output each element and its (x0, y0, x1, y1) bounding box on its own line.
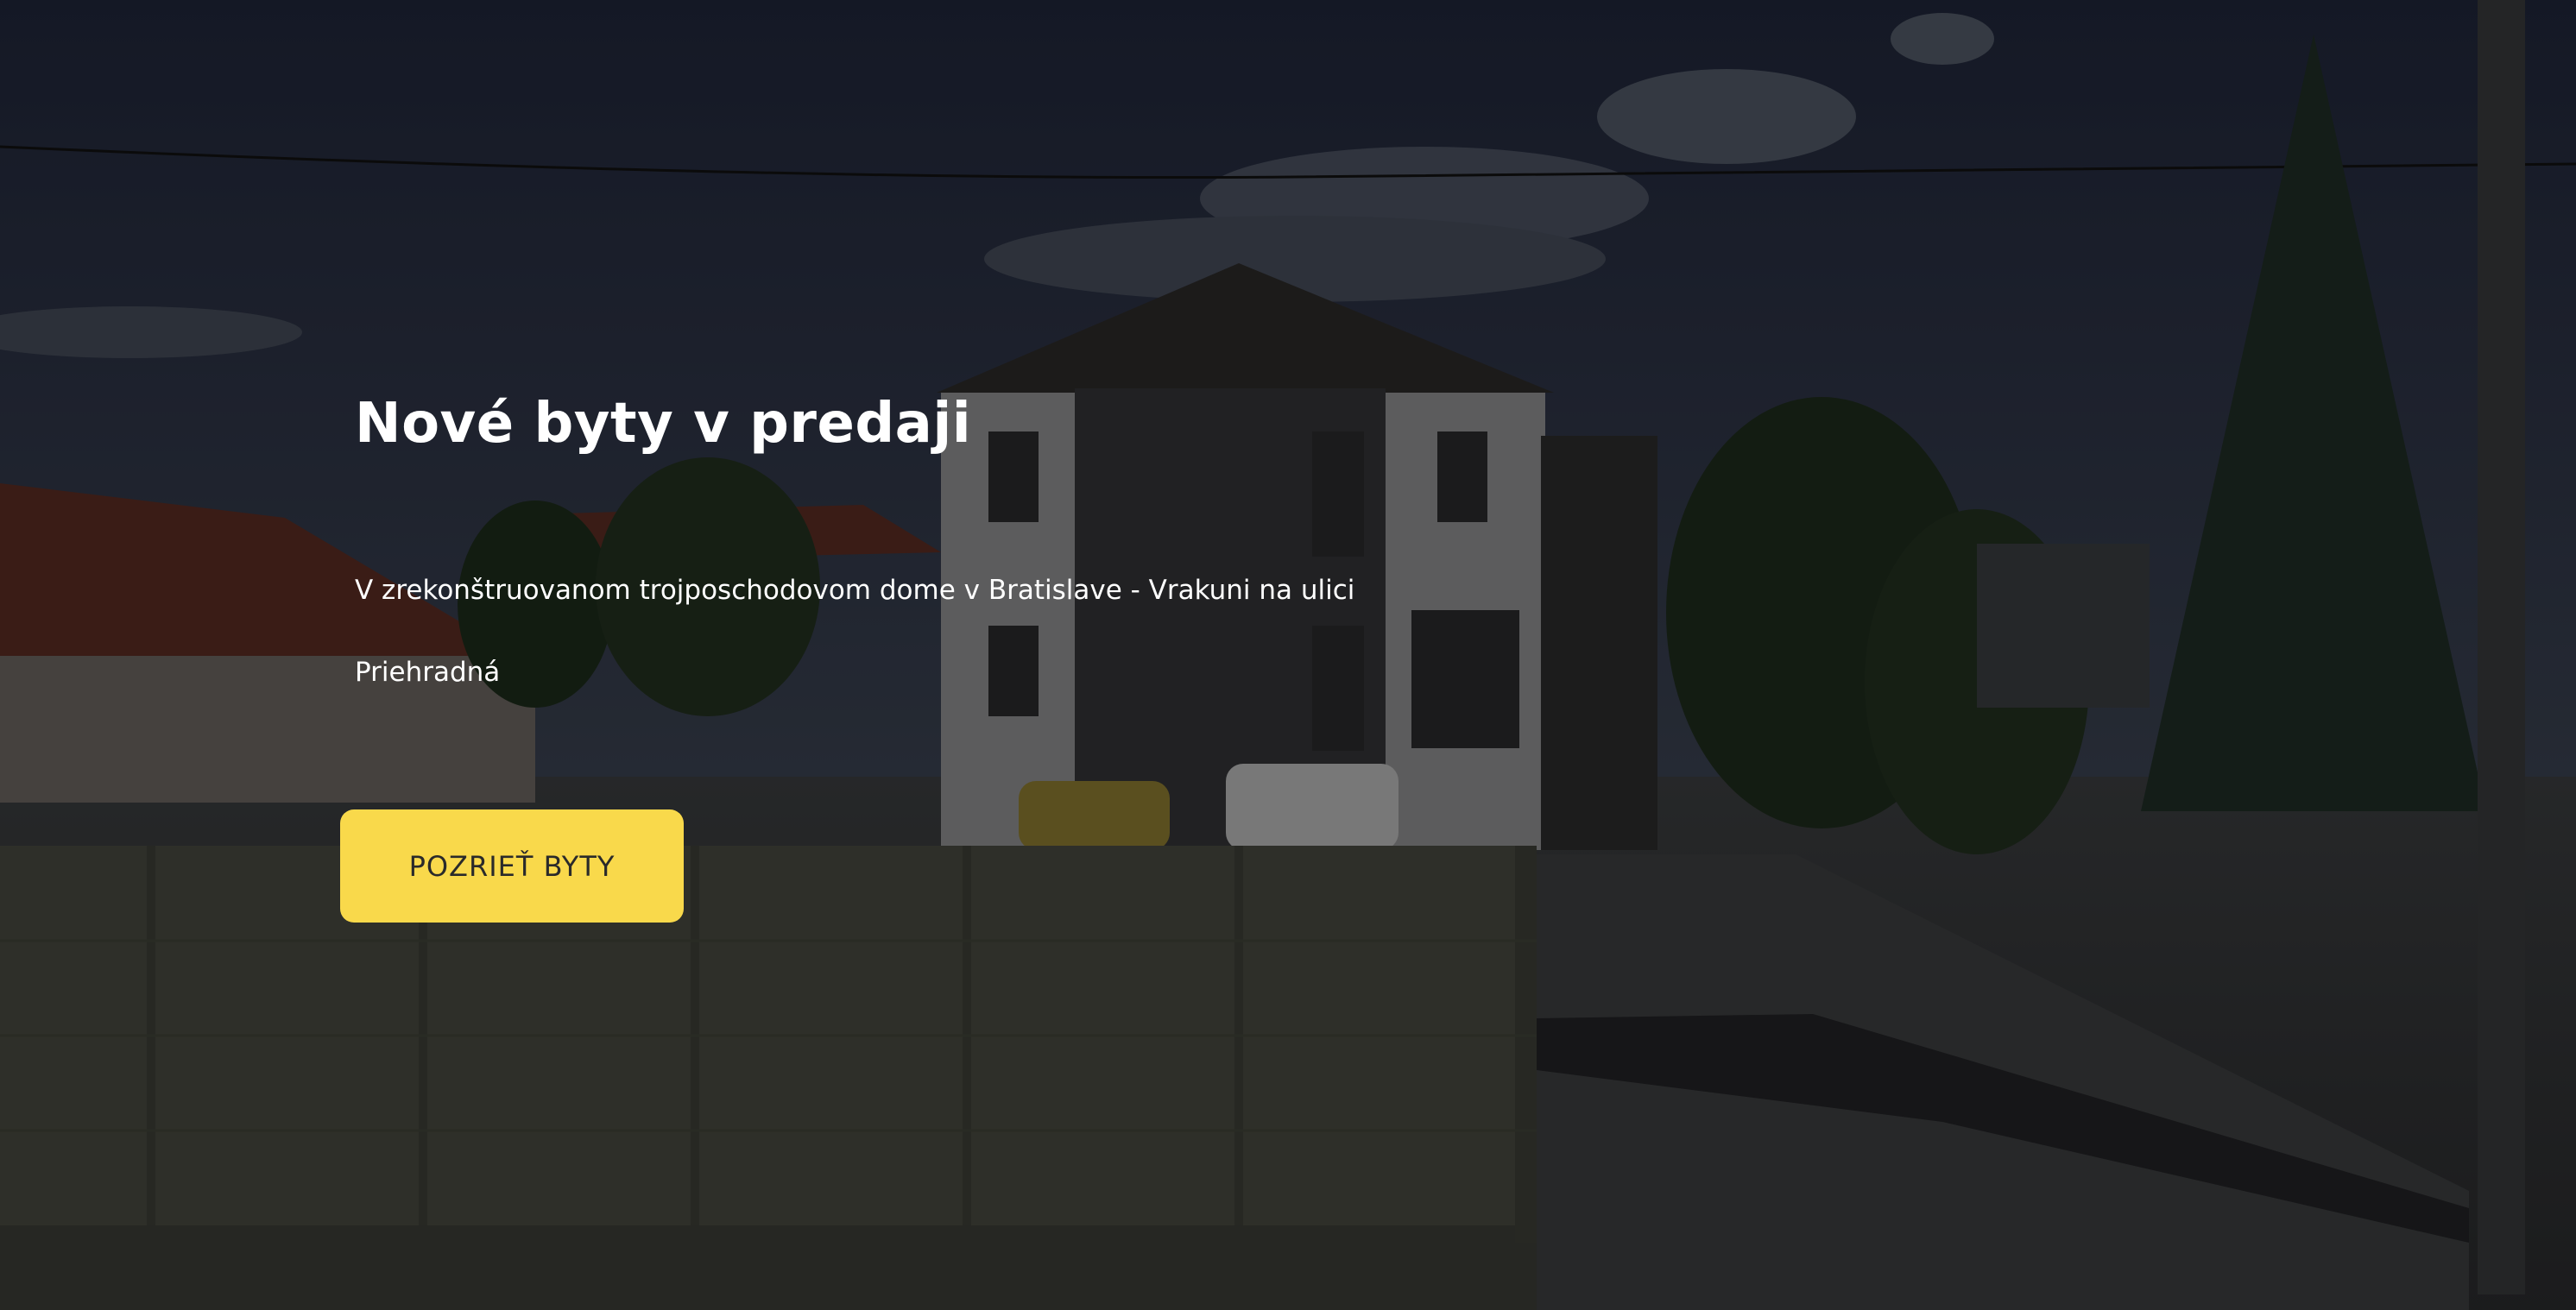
hero-description-line-1: V zrekonštruovanom trojposchodovom dome … (355, 574, 1355, 606)
hero-description: V zrekonštruovanom trojposchodovom dome … (355, 550, 1356, 714)
view-apartments-button[interactable]: POZRIEŤ BYTY (340, 809, 684, 923)
hero-content: Nové byty v predaji V zrekonštruovanom t… (355, 392, 1391, 714)
hero-title: Nové byty v predaji (355, 392, 972, 456)
hero-section: Nové byty v predaji V zrekonštruovanom t… (0, 0, 2576, 1310)
hero-description-line-2: Priehradná (355, 656, 501, 688)
